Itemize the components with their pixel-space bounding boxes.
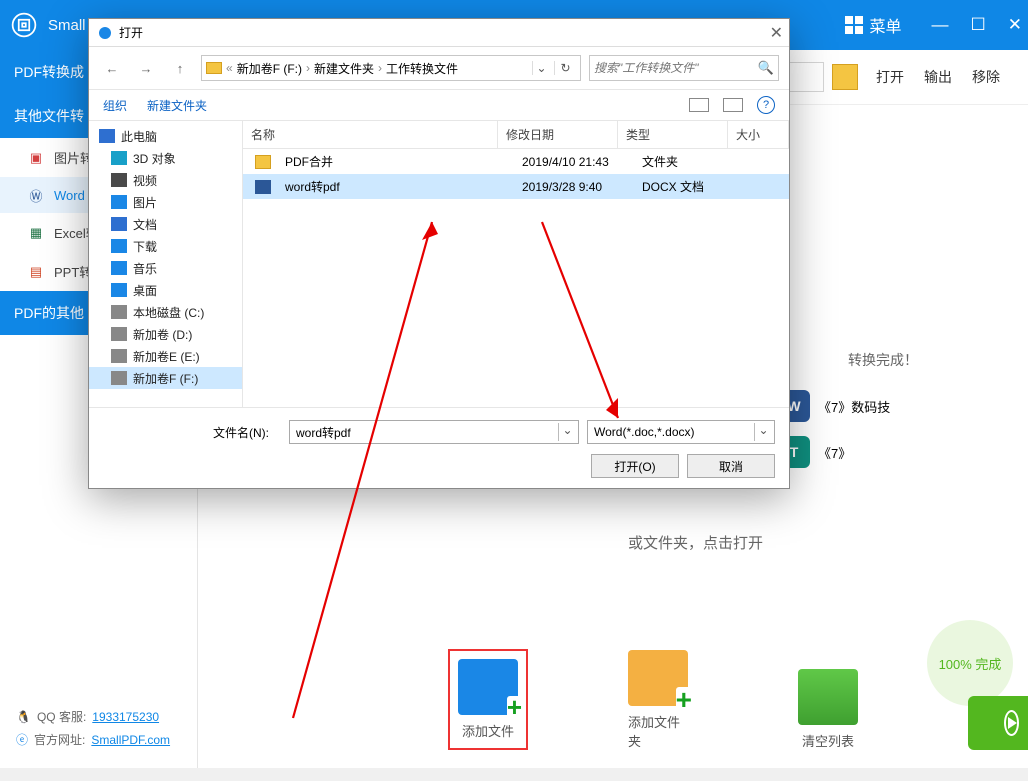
qq-icon: 🐧 bbox=[16, 710, 31, 724]
sidebar-footer: 🐧 QQ 客服: 1933175230 ⓔ 官方网址: SmallPDF.com bbox=[0, 690, 197, 768]
folder-tree: 此电脑3D 对象视频图片文档下载音乐桌面本地磁盘 (C:)新加卷 (D:)新加卷… bbox=[89, 121, 243, 407]
open-button[interactable]: 打开 bbox=[876, 67, 904, 87]
folder-icon bbox=[206, 62, 222, 74]
chevron-down-icon[interactable]: ⌄ bbox=[754, 423, 772, 441]
play-icon bbox=[1004, 710, 1019, 736]
add-file-action[interactable]: 添加文件 bbox=[448, 649, 528, 750]
col-type[interactable]: 类型 bbox=[618, 121, 728, 148]
ic-music-icon bbox=[111, 261, 127, 275]
tree-item[interactable]: 音乐 bbox=[89, 257, 242, 279]
drop-hint: 或文件夹，点击打开 bbox=[628, 532, 763, 553]
tree-item[interactable]: 新加卷F (F:) bbox=[89, 367, 242, 389]
start-convert-button[interactable]: 开始转换 bbox=[968, 696, 1028, 750]
chevron-down-icon[interactable]: ⌄ bbox=[532, 61, 550, 75]
menu-grid-icon bbox=[845, 16, 863, 34]
nav-up-button[interactable]: ↑ bbox=[167, 55, 193, 81]
new-folder-button[interactable]: 新建文件夹 bbox=[147, 97, 207, 114]
preview-area: W 《7》数码技 T 《7》 100% 完成 bbox=[778, 180, 1008, 482]
site-link[interactable]: SmallPDF.com bbox=[91, 733, 170, 747]
file-list-header: 名称 修改日期 类型 大小 bbox=[243, 121, 789, 149]
tree-item[interactable]: 下载 bbox=[89, 235, 242, 257]
tree-item[interactable]: 文档 bbox=[89, 213, 242, 235]
add-file-icon bbox=[458, 659, 518, 715]
done-text: 转换完成！ bbox=[848, 350, 918, 370]
file-row[interactable]: word转pdf 2019/3/28 9:40 DOCX 文档 bbox=[243, 174, 789, 199]
tree-item[interactable]: 新加卷 (D:) bbox=[89, 323, 242, 345]
ic-desk-icon bbox=[111, 283, 127, 297]
minimize-button[interactable]: — bbox=[932, 15, 949, 35]
menu-button[interactable]: 菜单 bbox=[837, 9, 909, 41]
ic-pc-icon bbox=[99, 129, 115, 143]
tree-item[interactable]: 视频 bbox=[89, 169, 242, 191]
ic-doc-icon bbox=[111, 217, 127, 231]
browse-folder-button[interactable] bbox=[832, 64, 858, 90]
ic-disk-icon bbox=[111, 305, 127, 319]
col-date[interactable]: 修改日期 bbox=[498, 121, 618, 148]
maximize-button[interactable]: ☐ bbox=[971, 15, 986, 35]
tree-item[interactable]: 图片 bbox=[89, 191, 242, 213]
breadcrumb[interactable]: « 新加卷F (F:)› 新建文件夹› 工作转换文件 ⌄ ↻ bbox=[201, 55, 581, 81]
file-row[interactable]: PDF合并 2019/4/10 21:43 文件夹 bbox=[243, 149, 789, 174]
ppt-icon: ▤ bbox=[28, 264, 44, 280]
ic-dl-icon bbox=[111, 239, 127, 253]
app-logo bbox=[0, 11, 48, 39]
file-list: 名称 修改日期 类型 大小 PDF合并 2019/4/10 21:43 文件夹 … bbox=[243, 121, 789, 407]
tree-item[interactable]: 本地磁盘 (C:) bbox=[89, 301, 242, 323]
chevron-down-icon[interactable]: ⌄ bbox=[558, 423, 576, 441]
close-app-button[interactable]: ✕ bbox=[1008, 15, 1022, 35]
col-name[interactable]: 名称 bbox=[243, 121, 498, 148]
preview-pane-button[interactable] bbox=[723, 98, 743, 112]
dialog-toolbar: 组织 新建文件夹 ? bbox=[89, 90, 789, 121]
remove-button[interactable]: 移除 bbox=[972, 67, 1000, 87]
open-file-dialog: 打开 ✕ ← → ↑ « 新加卷F (F:)› 新建文件夹› 工作转换文件 ⌄ … bbox=[88, 18, 790, 489]
nav-forward-button[interactable]: → bbox=[133, 55, 159, 81]
nav-back-button[interactable]: ← bbox=[99, 55, 125, 81]
qq-link[interactable]: 1933175230 bbox=[92, 710, 159, 724]
filename-input[interactable]: word转pdf ⌄ bbox=[289, 420, 579, 444]
dialog-cancel-button[interactable]: 取消 bbox=[687, 454, 775, 478]
app-title: Small bbox=[48, 17, 86, 34]
ic-video-icon bbox=[111, 173, 127, 187]
refresh-button[interactable]: ↻ bbox=[554, 61, 576, 75]
add-folder-icon bbox=[628, 650, 688, 706]
filename-label: 文件名(N): bbox=[213, 424, 269, 441]
dialog-app-icon bbox=[97, 25, 113, 41]
search-icon: 🔍 bbox=[758, 60, 774, 76]
search-input[interactable] bbox=[594, 61, 758, 75]
organize-button[interactable]: 组织 bbox=[103, 97, 127, 114]
ic-3d-icon bbox=[111, 151, 127, 165]
tree-item[interactable]: 新加卷E (E:) bbox=[89, 345, 242, 367]
tree-item[interactable]: 此电脑 bbox=[89, 125, 242, 147]
view-mode-button[interactable] bbox=[689, 98, 709, 112]
dialog-close-button[interactable]: ✕ bbox=[770, 23, 783, 43]
tree-item[interactable]: 桌面 bbox=[89, 279, 242, 301]
ic-disk-icon bbox=[111, 371, 127, 385]
excel-icon: ▦ bbox=[28, 225, 44, 241]
cleanup-icon bbox=[798, 669, 858, 725]
add-folder-action[interactable]: 添加文件夹 bbox=[628, 650, 688, 750]
ic-disk-icon bbox=[111, 327, 127, 341]
dialog-nav: ← → ↑ « 新加卷F (F:)› 新建文件夹› 工作转换文件 ⌄ ↻ 🔍 bbox=[89, 47, 789, 90]
dialog-footer: 文件名(N): word转pdf ⌄ Word(*.doc,*.docx) ⌄ … bbox=[89, 407, 789, 488]
docx-icon bbox=[255, 180, 271, 194]
tree-item[interactable]: 3D 对象 bbox=[89, 147, 242, 169]
col-size[interactable]: 大小 bbox=[728, 121, 789, 148]
image-icon: ▣ bbox=[28, 150, 44, 166]
search-box[interactable]: 🔍 bbox=[589, 55, 779, 81]
preview-file[interactable]: T 《7》 bbox=[778, 436, 1008, 468]
file-type-select[interactable]: Word(*.doc,*.docx) ⌄ bbox=[587, 420, 775, 444]
clear-list-action[interactable]: 清空列表 bbox=[798, 669, 858, 750]
folder-icon bbox=[255, 155, 271, 169]
preview-file[interactable]: W 《7》数码技 bbox=[778, 390, 1008, 422]
dialog-open-button[interactable]: 打开(O) bbox=[591, 454, 679, 478]
export-button[interactable]: 输出 bbox=[924, 67, 952, 87]
ic-disk-icon bbox=[111, 349, 127, 363]
dialog-titlebar: 打开 ✕ bbox=[89, 19, 789, 47]
ic-img-icon bbox=[111, 195, 127, 209]
word-icon: Ⓦ bbox=[28, 187, 44, 203]
help-button[interactable]: ? bbox=[757, 96, 775, 114]
dialog-title: 打开 bbox=[119, 24, 143, 41]
ie-icon: ⓔ bbox=[16, 731, 28, 748]
